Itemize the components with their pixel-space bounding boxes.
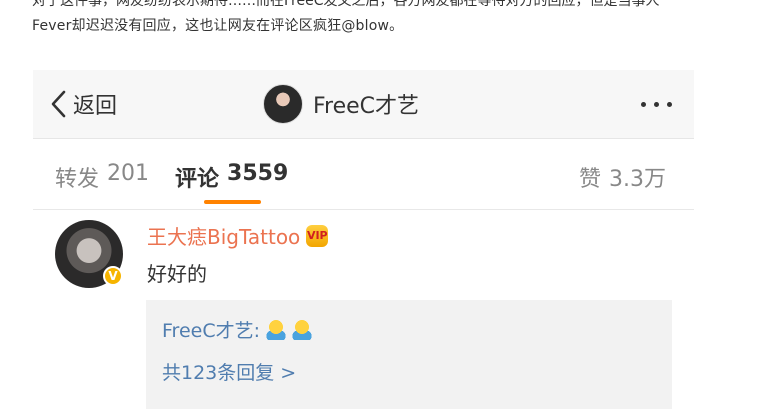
tab-label: 转发 <box>55 167 100 192</box>
tab-count: 201 <box>107 161 150 186</box>
navbar: 返回 FreeC才艺 <box>33 70 694 139</box>
tab-reposts[interactable]: 转发 201 <box>55 161 149 193</box>
reply-preview[interactable]: FreeC才艺: 共123条回复 > <box>146 300 672 409</box>
more-dot-icon <box>667 101 672 107</box>
more-dot-icon <box>641 101 646 107</box>
verified-icon: V <box>103 266 123 286</box>
reply-item: FreeC才艺: <box>162 316 312 343</box>
vip-icon: VIP <box>306 224 329 247</box>
tab-count: 3559 <box>227 161 289 186</box>
avatar[interactable] <box>263 84 303 124</box>
tab-count: 3.3万 <box>609 167 667 192</box>
commenter-username[interactable]: 王大痣BigTattoo VIP <box>147 221 329 250</box>
back-label: 返回 <box>73 94 118 119</box>
more-options-button[interactable] <box>641 92 672 116</box>
view-replies-link[interactable]: 共123条回复 > <box>162 358 296 385</box>
tab-likes[interactable]: 赞 3.3万 <box>579 161 666 193</box>
reply-author[interactable]: FreeC才艺: <box>162 316 260 343</box>
hug-emoji-icon <box>292 319 312 340</box>
profile-title[interactable]: FreeC才艺 <box>263 84 419 124</box>
comment-text: 好好的 <box>147 262 207 286</box>
tab-label: 赞 <box>579 167 602 192</box>
weibo-screenshot-card: 返回 FreeC才艺 转发 201 评论 3559 赞 3.3万 V 王大痣Bi… <box>33 70 694 409</box>
more-dot-icon <box>654 101 659 107</box>
tab-bar: 转发 201 评论 3559 赞 3.3万 <box>33 139 694 210</box>
username-label: 王大痣BigTattoo <box>147 225 301 249</box>
chevron-left-icon <box>51 90 66 118</box>
article-caption: Fever却迟迟没有回应，这也让网友在评论区疯狂@blow。 <box>32 18 404 34</box>
page-title: FreeC才艺 <box>313 94 420 119</box>
article-text-top: 对于这件事，网友纷纷表示期待……而在FreeC发文之后，各方网友都在等待对方的回… <box>32 0 660 9</box>
tab-comments[interactable]: 评论 3559 <box>175 161 288 193</box>
tab-label: 评论 <box>175 167 220 192</box>
hug-emoji-icon <box>266 319 286 340</box>
back-button[interactable]: 返回 <box>49 88 117 120</box>
active-tab-indicator <box>204 200 261 204</box>
